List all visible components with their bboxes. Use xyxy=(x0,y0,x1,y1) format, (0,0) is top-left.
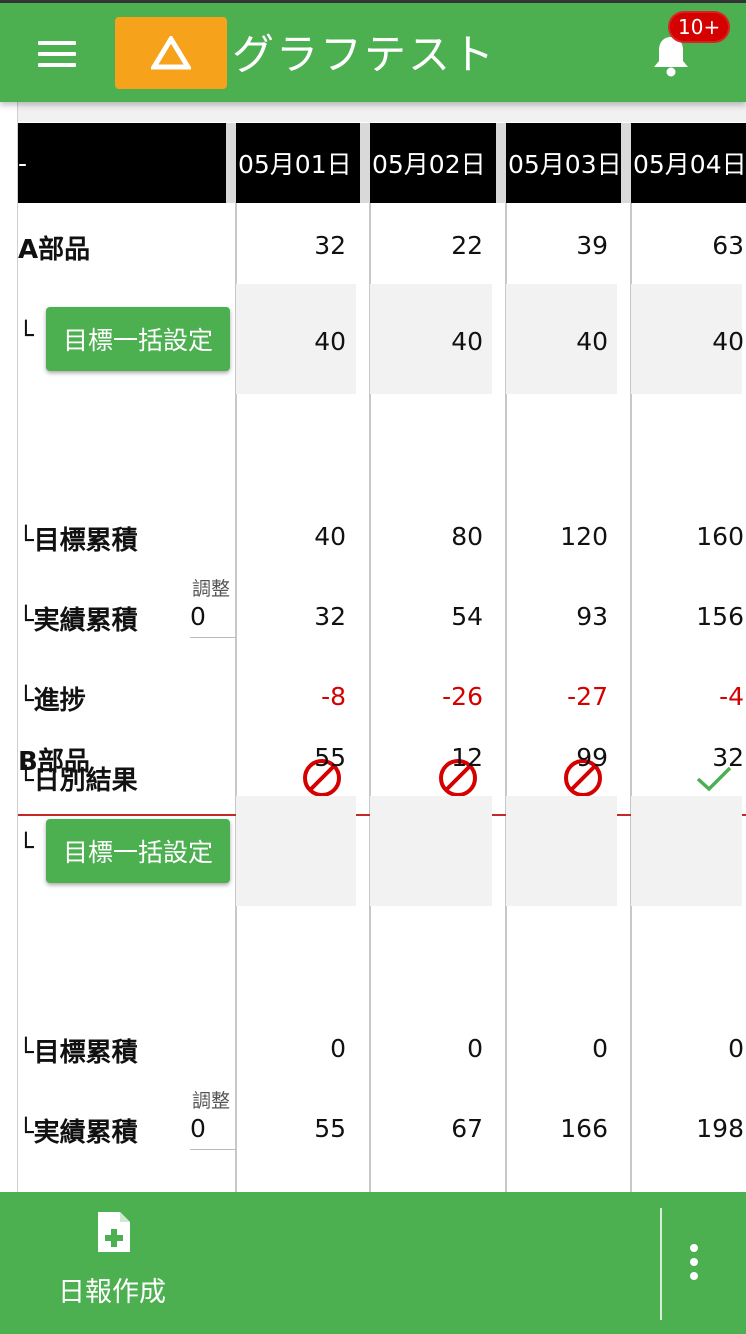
row-corner: └ xyxy=(18,321,34,351)
header-corner: - xyxy=(18,123,226,203)
row-corner: └ xyxy=(18,833,34,863)
date-header: 05月04日 xyxy=(631,123,746,203)
header-gap xyxy=(496,123,506,203)
batch-target-button[interactable]: 目標一括設定 xyxy=(46,307,230,371)
date-header: 05月03日 xyxy=(506,123,621,203)
progress-value: -8 xyxy=(321,682,346,711)
page-title: グラフテスト xyxy=(232,30,497,79)
daily-table: -05月01日 05月02日 05月03日 05月04日 A部品 32 22 39 63 └ 目標一… xyxy=(0,102,746,1192)
actual-cumulative-value: 67 xyxy=(451,1114,483,1143)
adjust-label: 調整 xyxy=(192,578,231,600)
actual-cumulative-label: └実績累積 xyxy=(18,600,138,637)
actual-cumulative-value: 166 xyxy=(560,1114,608,1143)
target-input-cell[interactable] xyxy=(631,796,742,906)
add-document-icon xyxy=(98,1212,130,1252)
target-input-cell[interactable] xyxy=(370,796,492,906)
part-value: 55 xyxy=(314,743,346,772)
actual-cumulative-label-text: 実績累積 xyxy=(33,606,138,636)
target-cumulative-value: 160 xyxy=(696,522,744,551)
actual-cumulative-value: 156 xyxy=(696,602,744,631)
bottom-bar-divider xyxy=(660,1208,662,1320)
actual-cumulative-label: └実績累積 xyxy=(18,1112,138,1149)
app-logo[interactable] xyxy=(115,17,227,89)
part-value: 22 xyxy=(451,231,483,260)
adjust-input[interactable]: 0 xyxy=(190,602,236,638)
table-top-shade xyxy=(0,102,746,122)
date-header: 05月01日 xyxy=(236,123,360,203)
report-create-label: 日報作成 xyxy=(58,1277,166,1308)
hamburger-menu-icon[interactable] xyxy=(38,41,76,67)
progress-label-text: 進捗 xyxy=(33,686,86,716)
target-cumulative-value: 120 xyxy=(560,522,608,551)
actual-cumulative-value: 32 xyxy=(314,602,346,631)
target-cumulative-value: 80 xyxy=(451,522,483,551)
target-cumulative-value: 0 xyxy=(330,1034,346,1063)
target-input-cell[interactable] xyxy=(236,796,356,906)
row-corner: └ xyxy=(18,606,34,636)
part-name: B部品 xyxy=(18,747,90,777)
triangle-logo-icon xyxy=(151,36,191,70)
part-value: 39 xyxy=(576,231,608,260)
actual-cumulative-value: 198 xyxy=(696,1114,744,1143)
target-input-value[interactable]: 40 xyxy=(370,327,483,356)
target-cumulative-label-text: 目標累積 xyxy=(33,1038,138,1068)
header-gap xyxy=(226,123,236,203)
part-value: 32 xyxy=(712,743,744,772)
progress-value: -4 xyxy=(719,682,744,711)
adjust-input[interactable]: 0 xyxy=(190,1114,236,1150)
part-value: 63 xyxy=(712,231,744,260)
progress-label: └進捗 xyxy=(18,680,86,717)
row-corner: └ xyxy=(18,1118,34,1148)
target-cumulative-value: 0 xyxy=(728,1034,744,1063)
part-value: 99 xyxy=(576,743,608,772)
kebab-menu-icon[interactable] xyxy=(686,1244,702,1288)
actual-cumulative-label-text: 実績累積 xyxy=(33,1118,138,1148)
table-left-edge xyxy=(0,102,18,1192)
row-corner: └ xyxy=(18,1038,34,1068)
actual-cumulative-value: 54 xyxy=(451,602,483,631)
adjust-label: 調整 xyxy=(192,1090,231,1112)
part-value: 32 xyxy=(314,231,346,260)
target-cumulative-value: 0 xyxy=(467,1034,483,1063)
part-name: A部品 xyxy=(18,235,91,265)
row-corner: └ xyxy=(18,526,34,556)
target-cumulative-label-text: 目標累積 xyxy=(33,526,138,556)
target-cumulative-label: └目標累積 xyxy=(18,520,138,557)
target-cumulative-label: └目標累積 xyxy=(18,1032,138,1069)
notification-badge: 10+ xyxy=(668,11,731,43)
target-input-value[interactable]: 40 xyxy=(631,327,744,356)
actual-cumulative-value: 55 xyxy=(314,1114,346,1143)
header-gap xyxy=(621,123,631,203)
target-input-cell[interactable] xyxy=(506,796,617,906)
target-cumulative-value: 40 xyxy=(314,522,346,551)
app-header: グラフテスト 10+ xyxy=(0,0,746,102)
row-corner: └ xyxy=(18,686,34,716)
date-header: 05月02日 xyxy=(370,123,496,203)
part-value: 12 xyxy=(451,743,483,772)
batch-target-button[interactable]: 目標一括設定 xyxy=(46,819,230,883)
target-input-value[interactable]: 40 xyxy=(236,327,346,356)
progress-value: -27 xyxy=(567,682,608,711)
progress-value: -26 xyxy=(442,682,483,711)
header-gap xyxy=(360,123,370,203)
actual-cumulative-value: 93 xyxy=(576,602,608,631)
target-input-value[interactable]: 40 xyxy=(506,327,608,356)
target-cumulative-value: 0 xyxy=(592,1034,608,1063)
